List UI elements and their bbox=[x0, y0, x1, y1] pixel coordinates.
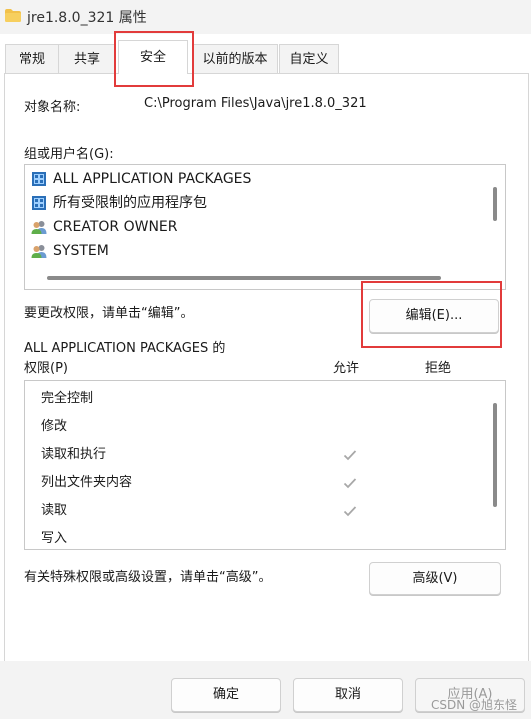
ok-button[interactable]: 确定 bbox=[171, 678, 281, 712]
tab-sharing[interactable]: 共享 bbox=[58, 44, 116, 73]
group-list-label: 组或用户名(G): bbox=[24, 147, 114, 162]
edit-hint: 要更改权限，请单击“编辑”。 bbox=[24, 306, 194, 321]
allow-check-icon bbox=[343, 450, 357, 461]
permission-row: 修改 bbox=[41, 419, 68, 434]
allow-check-icon bbox=[343, 478, 357, 489]
permission-list-scrollbar[interactable] bbox=[493, 403, 497, 507]
permission-title: ALL APPLICATION PACKAGES 的 bbox=[24, 341, 226, 356]
group-list[interactable]: ALL APPLICATION PACKAGES 所有受限制的应用程序包 CRE… bbox=[24, 164, 506, 290]
tab-customize[interactable]: 自定义 bbox=[279, 44, 339, 73]
app-package-icon bbox=[32, 172, 46, 186]
tab-general[interactable]: 常规 bbox=[5, 44, 59, 73]
users-icon bbox=[31, 245, 47, 258]
tab-strip: 常规 共享 安全 以前的版本 自定义 bbox=[0, 40, 531, 74]
users-icon bbox=[31, 221, 47, 234]
group-list-horizontal-scrollbar[interactable] bbox=[47, 276, 441, 280]
app-package-icon bbox=[32, 196, 46, 210]
window-title: jre1.8.0_321 属性 bbox=[27, 10, 147, 26]
permission-list[interactable]: 完全控制 修改 读取和执行 列出文件夹内容 读取 写入 bbox=[24, 380, 506, 550]
group-name: SYSTEM bbox=[53, 243, 109, 259]
group-name: CREATOR OWNER bbox=[53, 219, 178, 235]
permission-subtitle: 权限(P) bbox=[24, 361, 68, 376]
cancel-button[interactable]: 取消 bbox=[293, 678, 403, 712]
object-name-value: C:\Program Files\Java\jre1.8.0_321 bbox=[144, 96, 367, 111]
advanced-hint: 有关特殊权限或高级设置，请单击“高级”。 bbox=[24, 570, 272, 585]
watermark: CSDN @旭东怪 bbox=[430, 698, 517, 712]
permission-row: 列出文件夹内容 bbox=[41, 475, 133, 490]
group-name: ALL APPLICATION PACKAGES bbox=[53, 171, 252, 187]
allow-check-icon bbox=[343, 506, 357, 517]
permission-row: 读取和执行 bbox=[41, 447, 107, 462]
highlight-edit-button bbox=[361, 281, 502, 348]
title-bar: jre1.8.0_321 属性 bbox=[0, 0, 531, 34]
group-name: 所有受限制的应用程序包 bbox=[53, 195, 207, 211]
tab-previous-versions[interactable]: 以前的版本 bbox=[192, 44, 278, 73]
allow-header: 允许 bbox=[333, 361, 360, 376]
advanced-button[interactable]: 高级(V) bbox=[369, 562, 501, 595]
permission-row: 读取 bbox=[41, 503, 68, 518]
permission-row: 写入 bbox=[41, 531, 68, 546]
folder-icon bbox=[5, 9, 21, 22]
tab-security[interactable]: 安全 bbox=[118, 40, 188, 74]
permission-row: 完全控制 bbox=[41, 391, 94, 406]
group-list-vertical-scrollbar[interactable] bbox=[493, 187, 497, 221]
object-name-label: 对象名称: bbox=[24, 100, 81, 115]
deny-header: 拒绝 bbox=[425, 361, 452, 376]
